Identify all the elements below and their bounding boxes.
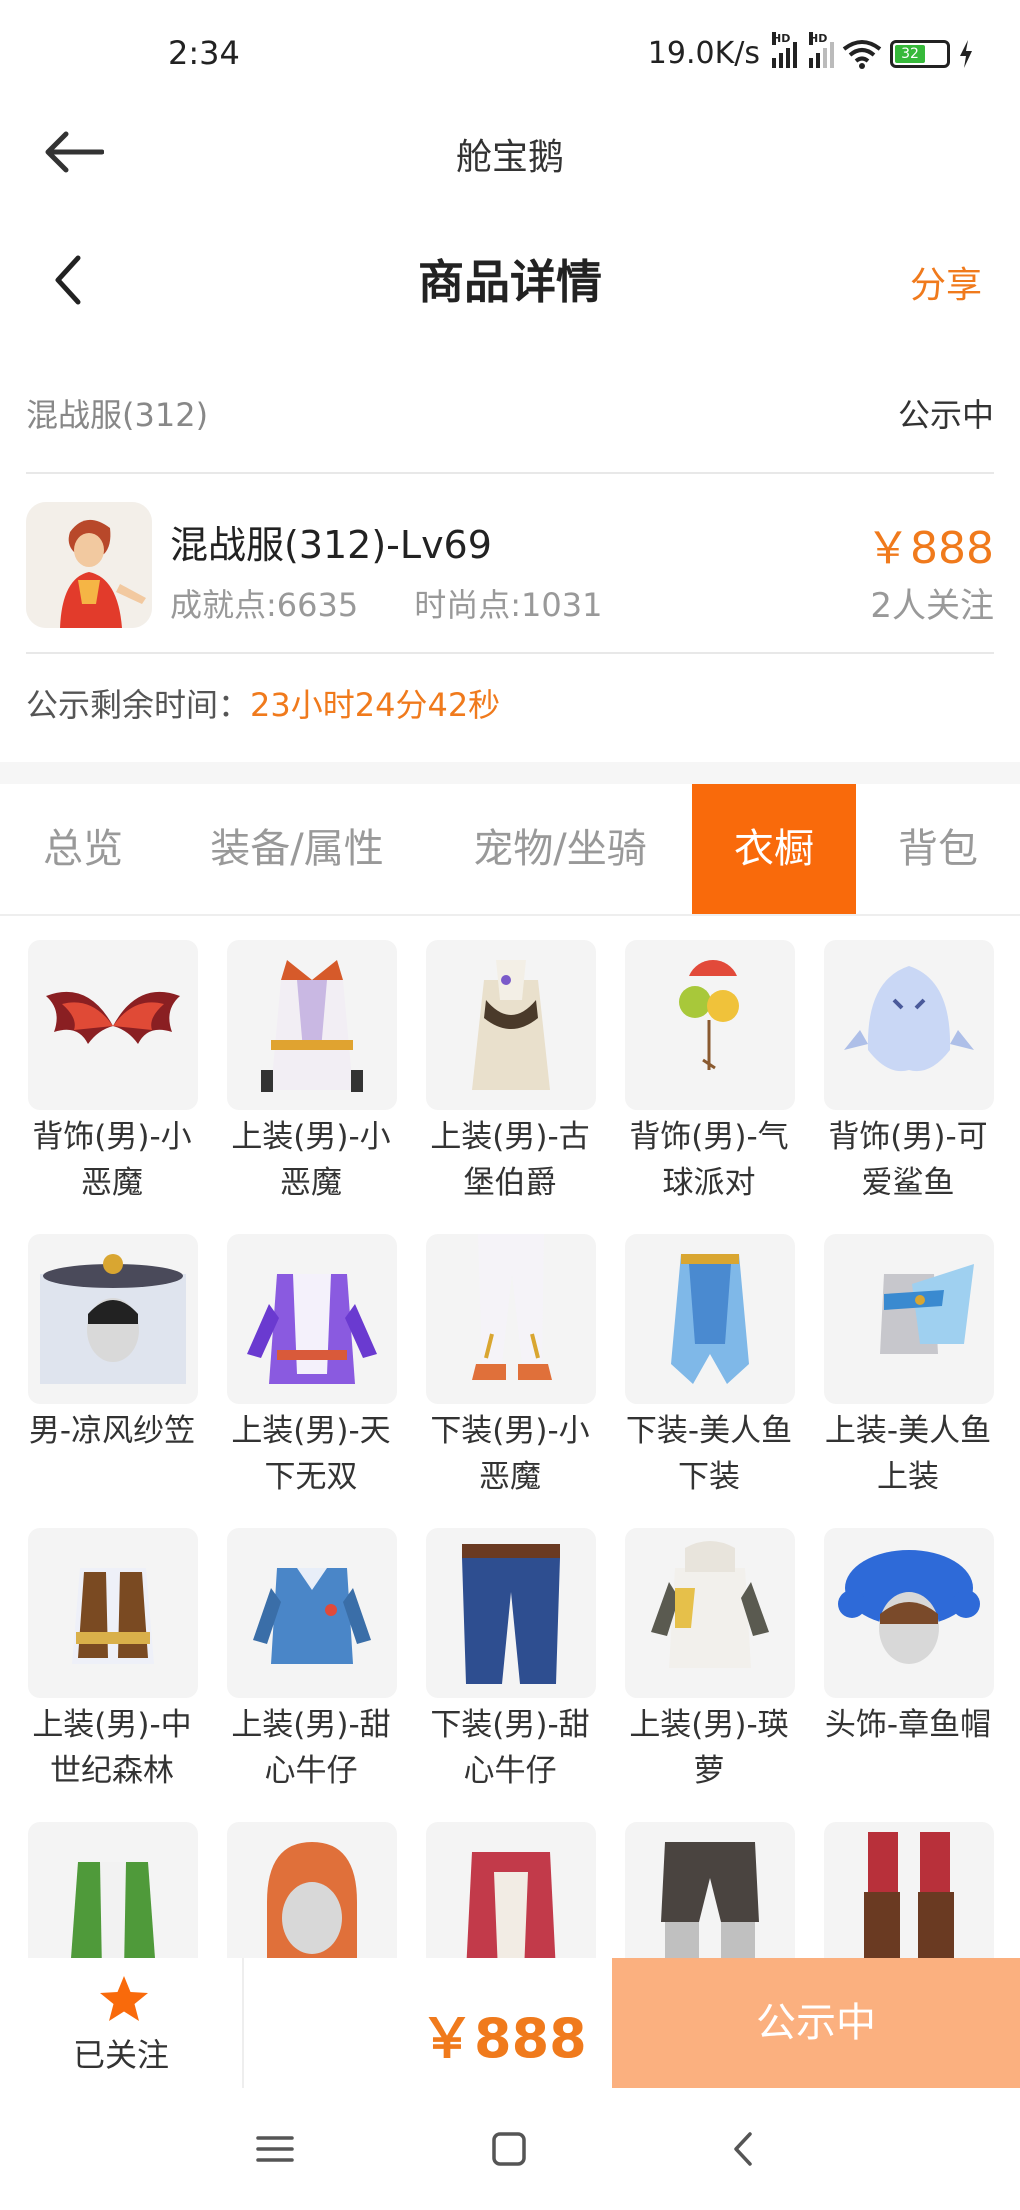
wardrobe-item-label: 上装(男)-瑛萝 xyxy=(629,1707,789,1789)
wardrobe-item-label: 上装-美人鱼上装 xyxy=(824,1413,992,1495)
wifi-icon xyxy=(842,39,882,69)
menu-icon[interactable] xyxy=(250,2126,300,2172)
countdown-label: 公示剩余时间： xyxy=(26,686,251,724)
wardrobe-item[interactable]: 上装(男)-甜心牛仔 xyxy=(225,1528,399,1794)
devil-wings-icon xyxy=(28,940,198,1110)
mermaid-top-icon xyxy=(824,1234,994,1404)
battery-icon: 32 xyxy=(890,39,950,68)
jeans-icon xyxy=(426,1528,596,1698)
wardrobe-item-label: 下装(男)-甜心牛仔 xyxy=(430,1707,590,1789)
wardrobe-item[interactable]: 下装-美人鱼下装 xyxy=(623,1234,797,1500)
item-summary[interactable]: 混战服(312)-Lv69 成就点:6635 时尚点:1031 ￥888 2人关注 xyxy=(26,476,994,654)
wardrobe-item[interactable]: 上装-美人鱼上装 xyxy=(822,1234,996,1500)
server-status: 公示中 xyxy=(897,396,994,434)
achievement-points: 成就点:6635 xyxy=(170,586,359,624)
wardrobe-item-label: 男-凉风纱笠 xyxy=(28,1413,196,1449)
purple-top-icon xyxy=(227,1234,397,1404)
wardrobe-item[interactable]: 上装(男)-天下无双 xyxy=(225,1234,399,1500)
charging-icon xyxy=(960,39,972,68)
wardrobe-item[interactable]: 上装(男)-瑛萝 xyxy=(623,1528,797,1794)
wardrobe-item-label: 下装(男)-小恶魔 xyxy=(430,1413,590,1495)
tab-backpack[interactable]: 背包 xyxy=(856,784,1020,914)
wardrobe-item[interactable]: 上装(男)-中世纪森林 xyxy=(26,1528,200,1794)
wardrobe-item-label: 上装(男)-古堡伯爵 xyxy=(430,1119,590,1201)
wardrobe-item-label: 下装-美人鱼下装 xyxy=(625,1413,793,1495)
wardrobe-item[interactable]: 背饰(男)-气球派对 xyxy=(623,940,797,1206)
bottom-price: ￥888 xyxy=(420,2007,587,2070)
white-pants-icon xyxy=(426,1234,596,1404)
star-icon xyxy=(100,1976,148,2021)
wardrobe-item-label: 背饰(男)-气球派对 xyxy=(629,1119,789,1201)
app-bar: 舱宝鹅 xyxy=(0,112,1020,192)
item-price: ￥888 xyxy=(866,523,994,574)
denim-shirt-icon xyxy=(227,1528,397,1698)
app-title: 舱宝鹅 xyxy=(455,137,564,178)
tab-equipment[interactable]: 装备/属性 xyxy=(166,784,428,914)
server-row: 混战服(312) 公示中 xyxy=(26,380,994,474)
octopus-hat-icon xyxy=(824,1528,994,1698)
nav-bar: 商品详情 分享 xyxy=(0,232,1020,328)
wardrobe-item[interactable]: 上装(男)-古堡伯爵 xyxy=(424,940,598,1206)
system-navigation xyxy=(0,2088,1020,2210)
share-button[interactable]: 分享 xyxy=(910,256,982,308)
wardrobe-item-label: 头饰-章鱼帽 xyxy=(824,1707,992,1743)
wardrobe-item[interactable]: 头饰-章鱼帽 xyxy=(822,1528,996,1748)
follower-count: 2人关注 xyxy=(870,586,994,626)
countdown: 公示剩余时间：23小时24分42秒 xyxy=(26,680,500,726)
signal-icon-2: HD xyxy=(809,31,834,68)
section-divider xyxy=(0,762,1020,784)
item-stats: 成就点:6635 时尚点:1031 xyxy=(170,580,602,626)
wardrobe-item-label: 上装(男)-小恶魔 xyxy=(231,1119,391,1201)
home-icon[interactable] xyxy=(484,2126,534,2172)
balloon-icon xyxy=(625,940,795,1110)
status-bar: 2:34 19.0K/s HD HD 32 xyxy=(0,0,1020,112)
wardrobe-item[interactable]: 下装(男)-甜心牛仔 xyxy=(424,1528,598,1794)
wardrobe-item[interactable]: 下装(男)-小恶魔 xyxy=(424,1234,598,1500)
publicity-status-button[interactable]: 公示中 xyxy=(612,1958,1020,2088)
wardrobe-item-label: 上装(男)-中世纪森林 xyxy=(32,1707,192,1789)
battery-level: 32 xyxy=(895,44,925,63)
network-speed: 19.0K/s xyxy=(647,36,760,71)
status-time: 2:34 xyxy=(168,34,240,72)
hd-badge-2: HD xyxy=(809,31,828,45)
character-avatar xyxy=(26,502,152,628)
count-top-icon xyxy=(426,940,596,1110)
tab-overview[interactable]: 总览 xyxy=(0,784,166,914)
server-name: 混战服(312) xyxy=(26,396,209,434)
countdown-value: 23小时24分42秒 xyxy=(250,686,501,724)
wardrobe-item[interactable]: 背饰(男)-小恶魔 xyxy=(26,940,200,1206)
tab-bar: 总览 装备/属性 宠物/坐骑 衣橱 背包 xyxy=(0,784,1020,916)
follow-label: 已关注 xyxy=(72,2036,169,2074)
hoodie-icon xyxy=(625,1528,795,1698)
page-title: 商品详情 xyxy=(418,255,602,309)
status-indicators: 19.0K/s HD HD 32 xyxy=(647,31,974,71)
veil-hat-icon xyxy=(28,1234,198,1404)
shark-icon xyxy=(824,940,994,1110)
wardrobe-item[interactable]: 背饰(男)-可爱鲨鱼 xyxy=(822,940,996,1206)
item-title: 混战服(312)-Lv69 xyxy=(170,523,492,567)
wardrobe-item-label: 上装(男)-甜心牛仔 xyxy=(231,1707,391,1789)
wardrobe-item-label: 上装(男)-天下无双 xyxy=(231,1413,391,1495)
wardrobe-item-label: 背饰(男)-小恶魔 xyxy=(32,1119,192,1201)
vest-icon xyxy=(28,1528,198,1698)
wardrobe-item[interactable]: 男-凉风纱笠 xyxy=(26,1234,200,1454)
signal-icon: HD xyxy=(772,31,797,68)
tab-wardrobe[interactable]: 衣橱 xyxy=(692,784,856,914)
tab-pets[interactable]: 宠物/坐骑 xyxy=(428,784,692,914)
fashion-points: 时尚点:1031 xyxy=(414,586,603,624)
hd-badge: HD xyxy=(772,31,791,45)
back-icon[interactable] xyxy=(720,2126,770,2172)
devil-top-icon xyxy=(227,940,397,1110)
bottom-action-bar: 已关注 ￥888 公示中 xyxy=(0,1958,1020,2088)
wardrobe-item-label: 背饰(男)-可爱鲨鱼 xyxy=(828,1119,988,1201)
wardrobe-item[interactable]: 上装(男)-小恶魔 xyxy=(225,940,399,1206)
mermaid-bottom-icon xyxy=(625,1234,795,1404)
follow-button[interactable]: 已关注 xyxy=(0,1958,244,2088)
